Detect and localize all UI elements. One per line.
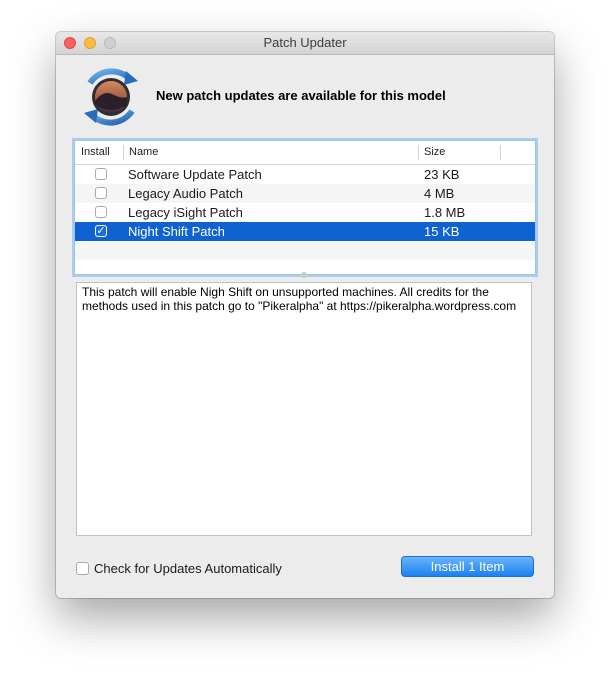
patch-table[interactable]: Install Name Size Software Update Patch … — [74, 140, 536, 275]
column-header-install[interactable]: Install — [81, 141, 110, 164]
install-checkbox[interactable] — [95, 168, 107, 180]
patch-size: 4 MB — [424, 186, 455, 201]
install-checkbox-checked[interactable]: ✓ — [95, 225, 107, 237]
window-title: Patch Updater — [263, 35, 347, 50]
column-divider[interactable] — [500, 145, 501, 160]
table-row[interactable]: Legacy Audio Patch 4 MB — [75, 184, 535, 203]
table-row-empty — [75, 241, 535, 260]
patch-updater-window: Patch Updater New patch updates are avai… — [56, 32, 554, 598]
table-row-selected[interactable]: ✓ Night Shift Patch 15 KB — [75, 222, 535, 241]
table-header: Install Name Size — [75, 141, 535, 165]
patch-name: Legacy Audio Patch — [128, 186, 243, 201]
install-button[interactable]: Install 1 Item — [401, 556, 534, 577]
install-checkbox[interactable] — [95, 206, 107, 218]
patch-size: 15 KB — [424, 224, 460, 239]
patch-size: 23 KB — [424, 167, 460, 182]
patch-size: 1.8 MB — [424, 205, 466, 220]
column-divider[interactable] — [123, 145, 124, 160]
patch-name: Legacy iSight Patch — [128, 205, 243, 220]
headline: New patch updates are available for this… — [156, 88, 446, 103]
auto-update-label[interactable]: Check for Updates Automatically — [94, 561, 282, 577]
column-header-size[interactable]: Size — [424, 141, 445, 164]
install-checkbox[interactable] — [95, 187, 107, 199]
patch-name: Software Update Patch — [128, 167, 262, 182]
title-bar[interactable]: Patch Updater — [56, 32, 554, 55]
auto-update-checkbox[interactable] — [76, 562, 89, 575]
table-row[interactable]: Software Update Patch 23 KB — [75, 165, 535, 184]
split-view-divider[interactable] — [301, 272, 307, 278]
app-icon — [84, 68, 138, 126]
patch-description[interactable]: This patch will enable Nigh Shift on uns… — [76, 282, 532, 536]
table-row[interactable]: Legacy iSight Patch 1.8 MB — [75, 203, 535, 222]
column-divider[interactable] — [418, 145, 419, 160]
column-header-name[interactable]: Name — [129, 141, 158, 164]
patch-name: Night Shift Patch — [128, 224, 225, 239]
